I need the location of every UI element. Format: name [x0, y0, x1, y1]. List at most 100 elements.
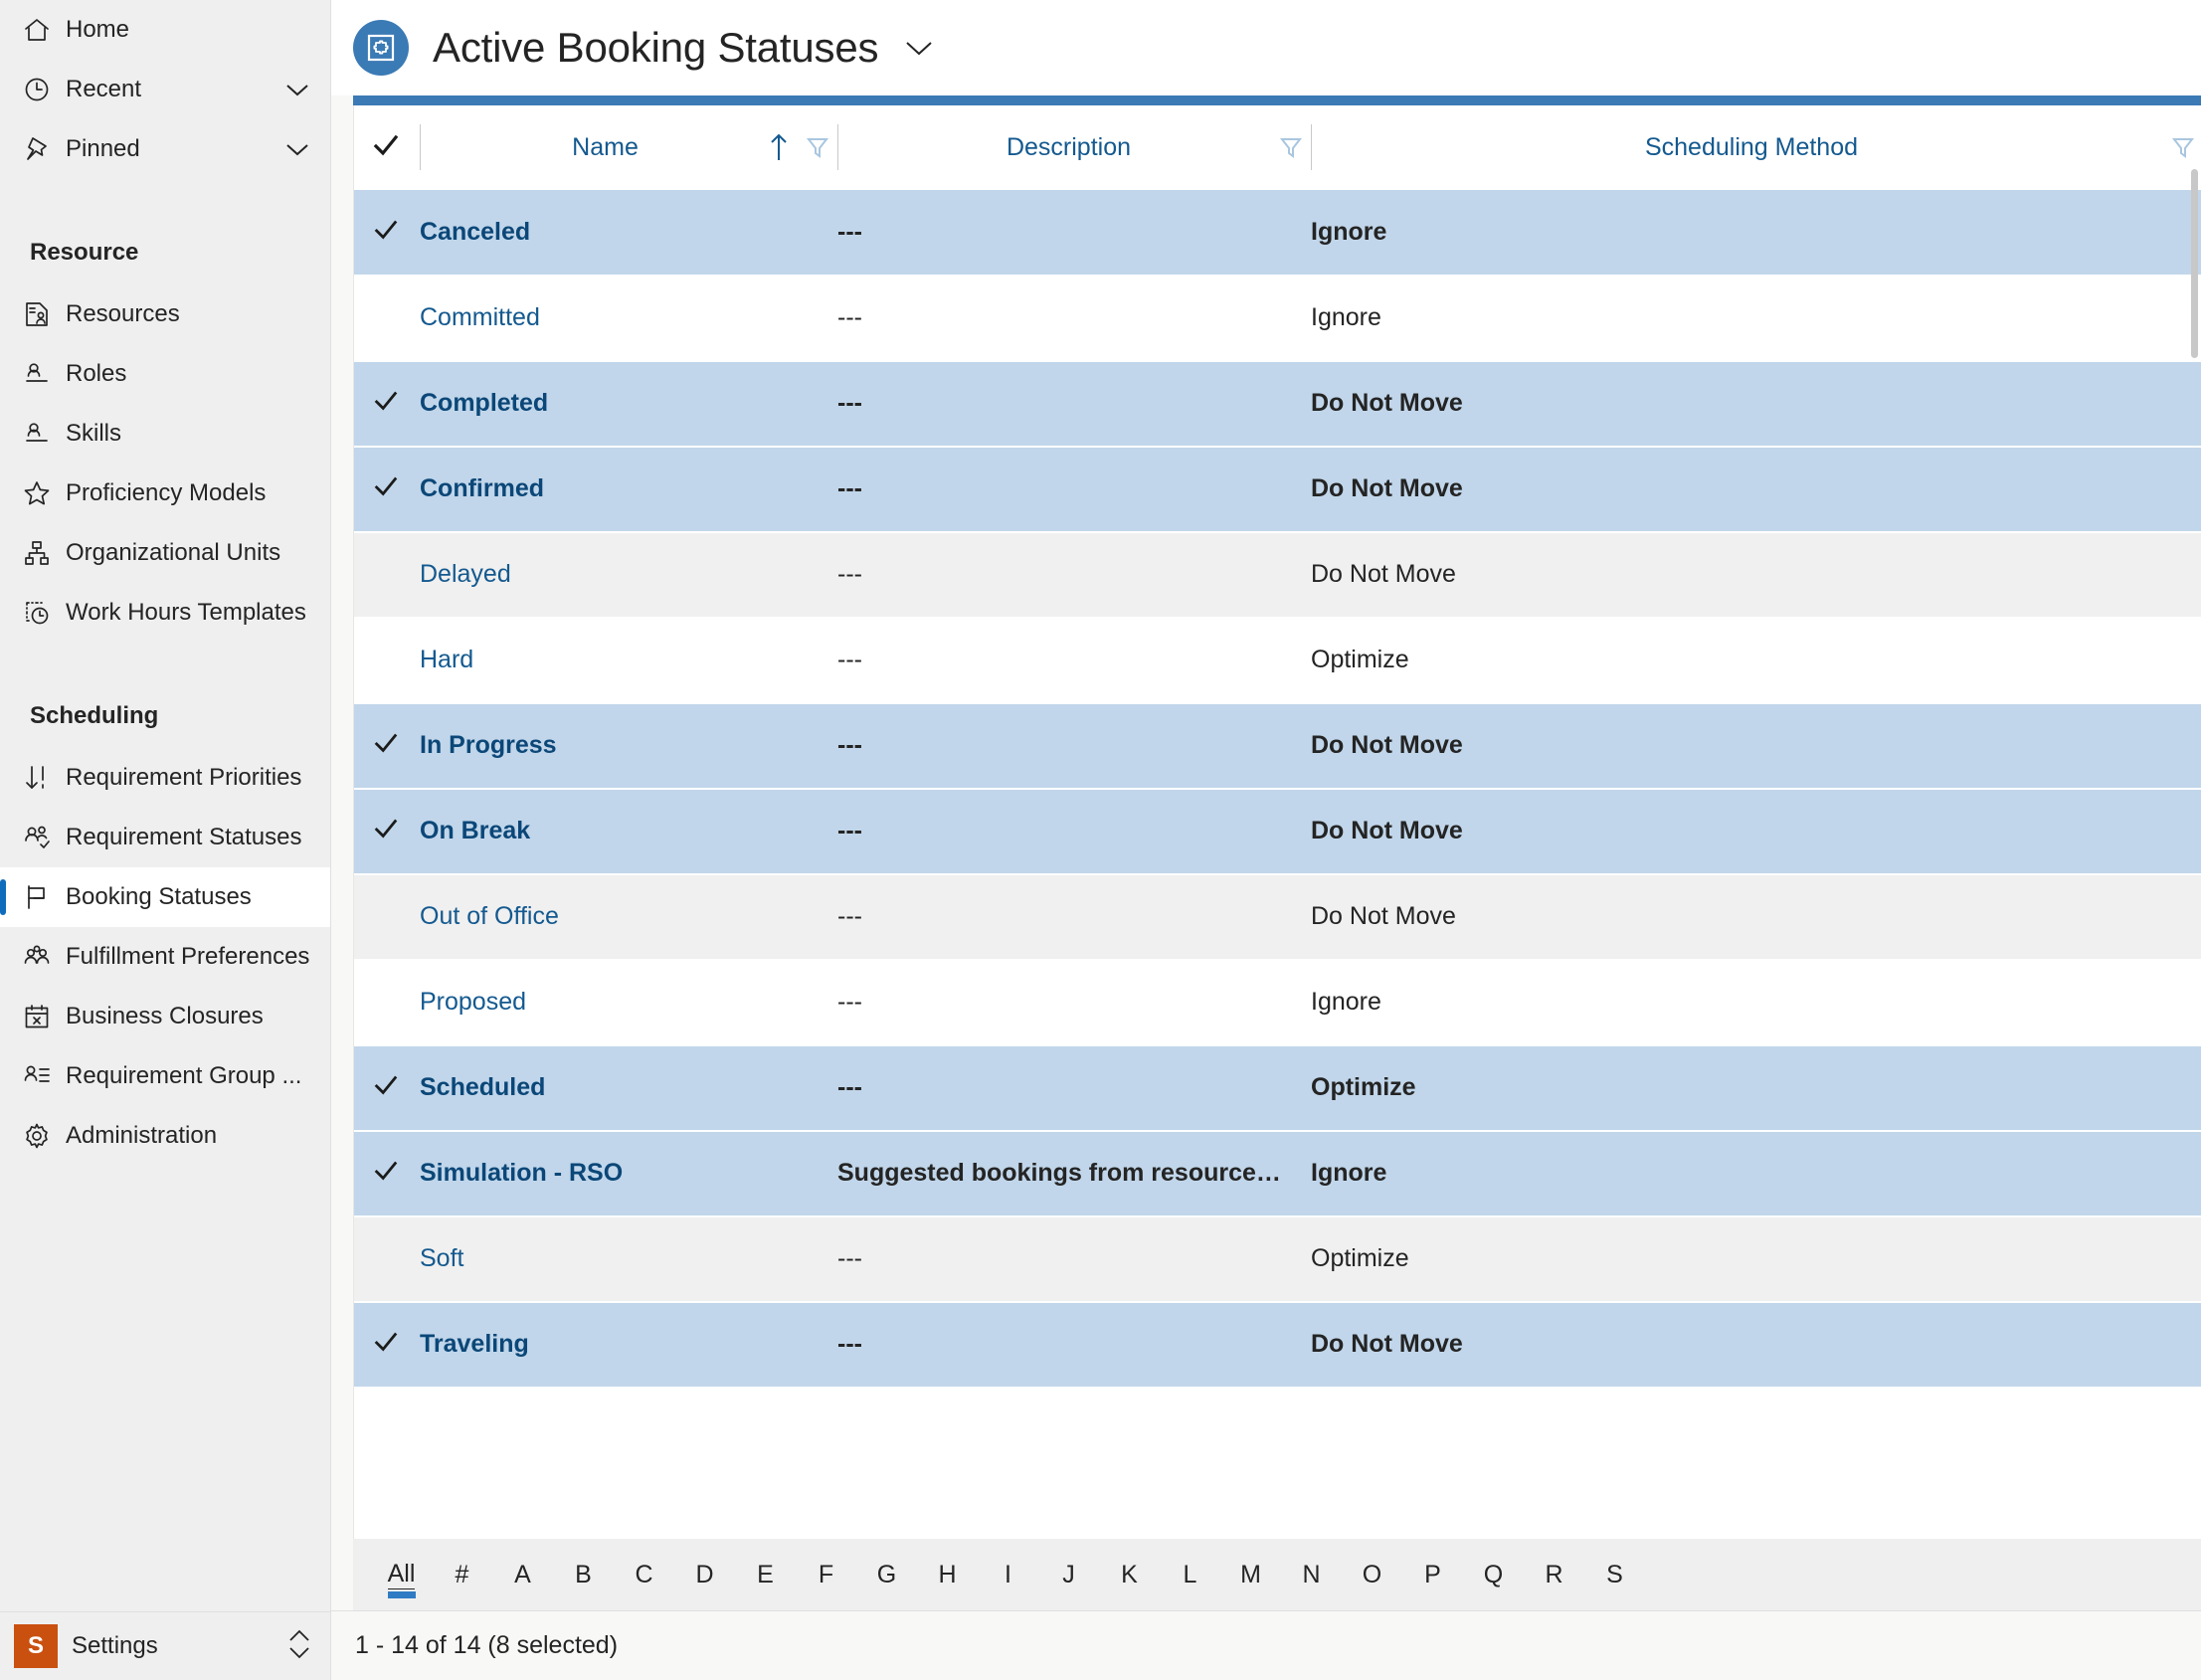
alpha-filter-d[interactable]: D [674, 1539, 735, 1610]
sidebar-item-requirement-group[interactable]: Requirement Group ... [0, 1046, 330, 1106]
cell-name[interactable]: Proposed [418, 959, 835, 1046]
alpha-filter-g[interactable]: G [856, 1539, 917, 1610]
sidebar-item-home[interactable]: Home [0, 0, 330, 60]
cell-name[interactable]: Delayed [418, 531, 835, 619]
row-select-checkbox[interactable] [354, 360, 418, 448]
table-row[interactable]: Proposed --- Ignore [354, 959, 2201, 1046]
alpha-filter-m[interactable]: M [1220, 1539, 1281, 1610]
alpha-filter-q[interactable]: Q [1463, 1539, 1524, 1610]
table-row[interactable]: Delayed --- Do Not Move [354, 531, 2201, 619]
cell-name[interactable]: Simulation - RSO [418, 1130, 835, 1217]
row-select-checkbox[interactable] [354, 1215, 418, 1303]
sidebar-item-booking-statuses[interactable]: Booking Statuses [0, 867, 330, 927]
checkmark-icon[interactable] [372, 729, 400, 757]
cell-name[interactable]: Completed [418, 360, 835, 448]
alpha-filter-hash[interactable]: # [432, 1539, 492, 1610]
alpha-filter-b[interactable]: B [553, 1539, 614, 1610]
alpha-filter-n[interactable]: N [1281, 1539, 1342, 1610]
table-row[interactable]: On Break --- Do Not Move [354, 788, 2201, 875]
record-link[interactable]: Hard [420, 646, 473, 673]
filter-funnel-icon[interactable] [1277, 133, 1305, 161]
row-select-checkbox[interactable] [354, 873, 418, 961]
record-link[interactable]: Simulation - RSO [420, 1159, 623, 1187]
record-link[interactable]: Proposed [420, 988, 526, 1016]
record-link[interactable]: Scheduled [420, 1073, 545, 1101]
chevron-down-icon[interactable] [282, 80, 312, 99]
row-select-checkbox[interactable] [354, 446, 418, 533]
table-row[interactable]: Hard --- Optimize [354, 617, 2201, 704]
alpha-filter-all[interactable]: All [371, 1539, 432, 1610]
sidebar-item-requirement-statuses[interactable]: Requirement Statuses [0, 808, 330, 867]
table-row[interactable]: Completed --- Do Not Move [354, 360, 2201, 448]
record-link[interactable]: Delayed [420, 560, 511, 588]
sidebar-item-work-hours-templates[interactable]: Work Hours Templates [0, 583, 330, 643]
alpha-filter-a[interactable]: A [492, 1539, 553, 1610]
table-row[interactable]: Scheduled --- Optimize [354, 1044, 2201, 1132]
sidebar-item-organizational-units[interactable]: Organizational Units [0, 523, 330, 583]
checkmark-icon[interactable] [371, 130, 401, 165]
checkmark-icon[interactable] [372, 216, 400, 244]
table-row[interactable]: Committed --- Ignore [354, 275, 2201, 362]
row-select-checkbox[interactable] [354, 1044, 418, 1132]
table-row[interactable]: Out of Office --- Do Not Move [354, 873, 2201, 961]
cell-name[interactable]: Confirmed [418, 446, 835, 533]
checkmark-icon[interactable] [372, 1071, 400, 1099]
alpha-filter-j[interactable]: J [1038, 1539, 1099, 1610]
table-row[interactable]: Confirmed --- Do Not Move [354, 446, 2201, 533]
alpha-filter-r[interactable]: R [1524, 1539, 1584, 1610]
sidebar-item-roles[interactable]: Roles [0, 344, 330, 404]
column-header-scheduling-method[interactable]: Scheduling Method [1309, 105, 2201, 190]
cell-name[interactable]: Out of Office [418, 873, 835, 961]
sidebar-item-business-closures[interactable]: Business Closures [0, 987, 330, 1046]
alpha-filter-s[interactable]: S [1584, 1539, 1645, 1610]
vertical-scrollbar[interactable] [2191, 169, 2198, 358]
row-select-checkbox[interactable] [354, 959, 418, 1046]
cell-name[interactable]: Soft [418, 1215, 835, 1303]
chevron-down-icon[interactable] [282, 139, 312, 159]
checkmark-icon[interactable] [372, 387, 400, 415]
table-row[interactable]: Traveling --- Do Not Move [354, 1301, 2201, 1389]
table-row[interactable]: Simulation - RSO Suggested bookings from … [354, 1130, 2201, 1217]
alpha-filter-k[interactable]: K [1099, 1539, 1160, 1610]
cell-name[interactable]: Traveling [418, 1301, 835, 1389]
alpha-filter-e[interactable]: E [735, 1539, 796, 1610]
row-select-checkbox[interactable] [354, 1130, 418, 1217]
filter-funnel-icon[interactable] [804, 133, 831, 161]
row-select-checkbox[interactable] [354, 788, 418, 875]
alpha-filter-p[interactable]: P [1402, 1539, 1463, 1610]
arrow-up-icon[interactable] [768, 130, 790, 164]
record-link[interactable]: Committed [420, 303, 540, 331]
alpha-filter-l[interactable]: L [1160, 1539, 1220, 1610]
record-link[interactable]: Confirmed [420, 474, 544, 502]
settings-area[interactable]: S Settings [0, 1611, 330, 1680]
alpha-filter-i[interactable]: I [978, 1539, 1038, 1610]
sidebar-item-administration[interactable]: Administration [0, 1106, 330, 1166]
table-row[interactable]: In Progress --- Do Not Move [354, 702, 2201, 790]
table-row[interactable]: Soft --- Optimize [354, 1215, 2201, 1303]
cell-name[interactable]: In Progress [418, 702, 835, 790]
sidebar-item-fulfillment-preferences[interactable]: Fulfillment Preferences [0, 927, 330, 987]
record-link[interactable]: In Progress [420, 731, 557, 759]
row-select-checkbox[interactable] [354, 531, 418, 619]
checkmark-icon[interactable] [372, 815, 400, 842]
cell-name[interactable]: On Break [418, 788, 835, 875]
row-select-checkbox[interactable] [354, 275, 418, 362]
sidebar-item-pinned[interactable]: Pinned [0, 119, 330, 179]
sidebar-item-recent[interactable]: Recent [0, 60, 330, 119]
alpha-filter-c[interactable]: C [614, 1539, 674, 1610]
view-selector-chevron-down-icon[interactable] [902, 37, 936, 59]
sidebar-item-proficiency-models[interactable]: Proficiency Models [0, 464, 330, 523]
sidebar-item-resources[interactable]: Resources [0, 284, 330, 344]
row-select-checkbox[interactable] [354, 189, 418, 277]
cell-name[interactable]: Canceled [418, 189, 835, 277]
row-select-checkbox[interactable] [354, 1301, 418, 1389]
sidebar-item-requirement-priorities[interactable]: Requirement Priorities [0, 748, 330, 808]
record-link[interactable]: Completed [420, 389, 548, 417]
record-link[interactable]: On Break [420, 817, 530, 844]
filter-funnel-icon[interactable] [2169, 133, 2197, 161]
column-header-name[interactable]: Name [418, 105, 835, 190]
checkmark-icon[interactable] [372, 1157, 400, 1185]
checkmark-icon[interactable] [372, 1328, 400, 1356]
alpha-filter-f[interactable]: F [796, 1539, 856, 1610]
chevron-up-down-icon[interactable] [286, 1627, 312, 1666]
